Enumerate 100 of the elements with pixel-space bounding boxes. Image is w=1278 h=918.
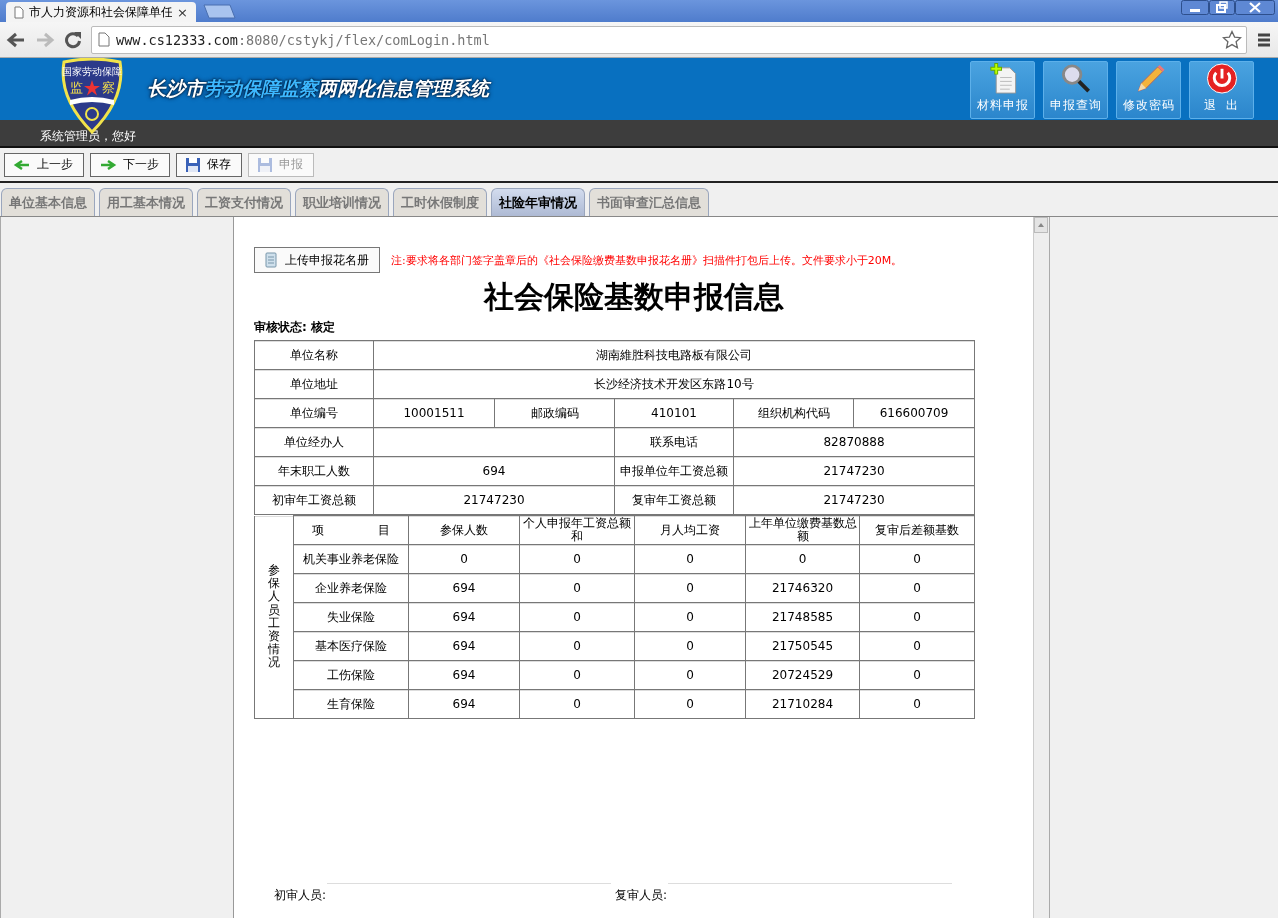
left-arrow-icon <box>13 158 31 171</box>
column-header: 参保人数 <box>408 515 520 545</box>
file-icon <box>265 252 277 268</box>
table-cell: 0 <box>859 631 975 661</box>
field-label: 申报单位年工资总额 <box>614 456 734 486</box>
signature-label: 复审人员: <box>615 887 668 904</box>
field-value: 21747230 <box>733 485 975 515</box>
nav-button[interactable]: 材料申报 <box>970 61 1035 119</box>
field-label: 单位地址 <box>254 369 374 399</box>
logo-text: 察 <box>101 80 115 95</box>
table-cell: 0 <box>859 660 975 690</box>
status-text: 审核状态: 核定 <box>254 319 336 336</box>
address-field[interactable]: www.cs12333.com:8080/cstykj/flex/comLogin.html <box>91 25 1247 54</box>
toolbar-button[interactable]: 下一步 <box>90 152 170 177</box>
table-cell: 0 <box>519 602 635 632</box>
upload-button[interactable]: 上传申报花名册 <box>254 247 380 273</box>
scroll-up-icon[interactable] <box>1034 217 1049 233</box>
row-label: 机关事业养老保险 <box>293 544 409 574</box>
column-header: 上年单位缴费基数总额 <box>745 515 860 545</box>
star-icon <box>84 80 100 96</box>
table-cell: 0 <box>859 573 975 603</box>
restore-button[interactable] <box>1209 0 1235 15</box>
tab[interactable]: 工资支付情况 <box>197 188 291 216</box>
table-cell: 694 <box>408 689 520 719</box>
column-header: 月人均工资 <box>634 515 746 545</box>
column-header: 复审后差额基数 <box>859 515 975 545</box>
column-header: 项 <box>312 523 324 537</box>
floppy-icon <box>185 156 201 173</box>
tab[interactable]: 书面审查汇总信息 <box>589 188 709 216</box>
right-arrow-icon <box>99 158 117 171</box>
table-cell: 20724529 <box>745 660 860 690</box>
field-value: 21747230 <box>373 485 615 515</box>
table-cell: 0 <box>634 631 746 661</box>
table-cell: 0 <box>745 544 860 574</box>
table-cell: 21750545 <box>745 631 860 661</box>
note-text: 注:要求将各部门签字盖章后的《社会保险缴费基数申报花名册》扫描件打包后上传。文件要求小于20M。 <box>391 252 903 268</box>
field-label: 联系电话 <box>614 427 734 457</box>
field-label: 组织机构代码 <box>733 398 854 428</box>
menu-icon[interactable] <box>1256 31 1272 48</box>
new-tab-button[interactable] <box>200 4 236 19</box>
side-label: 参保人员工资情况 <box>268 564 280 670</box>
row-label: 生育保险 <box>293 689 409 719</box>
column-header: 目 <box>378 523 390 537</box>
field-label: 初审年工资总额 <box>254 485 374 515</box>
field-value: 694 <box>373 456 615 486</box>
minimize-button[interactable] <box>1181 0 1209 15</box>
field-value: 湖南維胜科技电路板有限公司 <box>373 340 975 370</box>
nav-button[interactable]: 修改密码 <box>1116 61 1181 119</box>
field-value: 21747230 <box>733 456 975 486</box>
field-label: 单位经办人 <box>254 427 374 457</box>
power-icon <box>1204 62 1239 95</box>
toolbar-button[interactable]: 保存 <box>176 152 242 177</box>
table-cell: 0 <box>519 660 635 690</box>
table-cell: 0 <box>519 544 635 574</box>
tab[interactable]: 单位基本信息 <box>1 188 95 216</box>
field-label: 复审年工资总额 <box>614 485 734 515</box>
table-cell: 0 <box>519 631 635 661</box>
table-cell: 694 <box>408 660 520 690</box>
close-button[interactable] <box>1235 0 1275 15</box>
nav-button[interactable]: 申报查询 <box>1043 61 1108 119</box>
table-cell: 21746320 <box>745 573 860 603</box>
table-cell: 0 <box>634 660 746 690</box>
field-label: 单位名称 <box>254 340 374 370</box>
table-cell: 0 <box>634 602 746 632</box>
table-cell: 0 <box>408 544 520 574</box>
tab[interactable]: 社险年审情况 <box>491 188 585 216</box>
reload-icon[interactable] <box>64 30 82 49</box>
tab[interactable]: 工时休假制度 <box>393 188 487 216</box>
table-cell: 0 <box>634 689 746 719</box>
row-label: 工伤保险 <box>293 660 409 690</box>
logo-text: 监 <box>69 80 83 95</box>
row-label: 失业保险 <box>293 602 409 632</box>
table-cell: 21748585 <box>745 602 860 632</box>
table-cell: 0 <box>859 544 975 574</box>
toolbar-button[interactable]: 上一步 <box>4 152 84 177</box>
table-cell: 0 <box>519 573 635 603</box>
star-icon[interactable] <box>1222 29 1242 50</box>
table-cell: 694 <box>408 602 520 632</box>
close-tab-button[interactable]: × <box>177 4 188 20</box>
tab[interactable]: 用工基本情况 <box>99 188 193 216</box>
table-cell: 0 <box>634 573 746 603</box>
field-value: 410101 <box>614 398 734 428</box>
table-cell: 0 <box>519 689 635 719</box>
field-value: 10001511 <box>373 398 495 428</box>
page-icon <box>98 32 110 47</box>
field-value: 长沙经济技术开发区东路10号 <box>373 369 975 399</box>
page-icon <box>14 5 24 19</box>
browser-tab[interactable]: 市人力资源和社会保障单任 × <box>6 2 196 22</box>
table-cell: 0 <box>859 689 975 719</box>
nav-button[interactable]: 退 出 <box>1189 61 1254 119</box>
floppy-icon <box>257 156 273 173</box>
tab[interactable]: 职业培训情况 <box>295 188 389 216</box>
url-text: www.cs12333.com:8080/cstykj/flex/comLogin.html <box>116 31 491 48</box>
signature-label: 初审人员: <box>274 887 327 904</box>
table-cell: 694 <box>408 573 520 603</box>
row-label: 企业养老保险 <box>293 573 409 603</box>
field-label: 单位编号 <box>254 398 374 428</box>
field-label: 年末职工人数 <box>254 456 374 486</box>
table-cell: 0 <box>859 602 975 632</box>
back-icon[interactable] <box>6 31 26 48</box>
